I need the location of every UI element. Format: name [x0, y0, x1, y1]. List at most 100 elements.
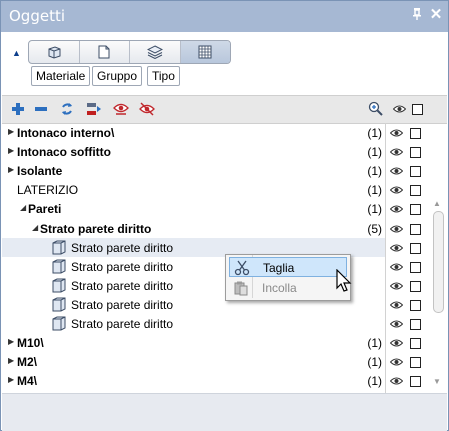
vertical-scrollbar[interactable]: ▲ ▼: [430, 199, 446, 393]
tree-row[interactable]: Strato parete diritto: [2, 314, 386, 333]
tree-row[interactable]: ▶ Intonaco interno\ (1): [2, 123, 386, 142]
tree-row-label: M10\: [17, 336, 44, 350]
scroll-up-icon[interactable]: ▲: [433, 199, 441, 208]
collapse-arrow-icon[interactable]: ◢: [32, 223, 38, 232]
move-icon[interactable]: [86, 101, 102, 117]
tree-row[interactable]: ◢ Pareti (1): [2, 199, 386, 218]
tree-row-count: (5): [367, 222, 382, 236]
row-checkbox[interactable]: [410, 243, 421, 254]
scroll-down-icon[interactable]: ▼: [433, 377, 441, 386]
visibility-eye-icon[interactable]: [390, 319, 403, 329]
objects-panel: Oggetti ✕ ▲ Materiale Gruppo Tipo ▶ Into…: [0, 0, 449, 431]
tree-row-count: (1): [367, 202, 382, 216]
tree-row[interactable]: ▶ M4\ (1): [2, 371, 386, 390]
visibility-eye-icon[interactable]: [390, 262, 403, 272]
group-by-material-button[interactable]: Materiale: [31, 66, 91, 86]
visibility-eye-icon[interactable]: [390, 338, 403, 348]
view-document-button[interactable]: [80, 41, 130, 63]
tree-row[interactable]: ▶ Isolante (1): [2, 161, 386, 180]
visibility-eye-icon[interactable]: [390, 185, 403, 195]
paste-label: Incolla: [262, 281, 297, 295]
view-mode-segmented: [28, 40, 231, 64]
row-checkbox[interactable]: [410, 166, 421, 177]
visibility-eye-icon[interactable]: [390, 300, 403, 310]
tree-row-count: (1): [367, 145, 382, 159]
pin-icon[interactable]: [409, 7, 425, 23]
visibility-eye-icon[interactable]: [390, 204, 403, 214]
tree-row[interactable]: LATERIZIO (1): [2, 180, 386, 199]
row-checkbox[interactable]: [410, 128, 421, 139]
collapse-arrow-icon[interactable]: ◢: [20, 203, 26, 212]
cut-label: Taglia: [263, 261, 295, 275]
row-checkbox[interactable]: [410, 147, 421, 158]
row-checkbox[interactable]: [410, 281, 421, 292]
visibility-eye-icon[interactable]: [390, 357, 403, 367]
tree-row-label: M2\: [17, 355, 38, 369]
select-all-checkbox[interactable]: [409, 101, 425, 117]
visibility-eye-icon[interactable]: [390, 243, 403, 253]
layers-icon: [146, 45, 163, 59]
scroll-thumb[interactable]: [433, 211, 444, 313]
wall-layer-icon: [52, 278, 66, 293]
wall-layer-icon: [52, 259, 66, 274]
view-3d-objects-button[interactable]: [29, 41, 80, 63]
tree-row[interactable]: ◢ Strato parete diritto (5): [2, 219, 386, 238]
row-checkbox[interactable]: [410, 185, 421, 196]
row-checkbox[interactable]: [410, 300, 421, 311]
tree-row-label: Intonaco interno\: [17, 126, 115, 140]
visibility-eye-icon[interactable]: [390, 128, 403, 138]
close-icon[interactable]: ✕: [428, 7, 444, 23]
zoom-icon[interactable]: [368, 101, 384, 117]
tree-row-label: Strato parete diritto: [71, 279, 174, 293]
row-checkbox[interactable]: [410, 204, 421, 215]
wall-layer-icon: [52, 316, 66, 331]
visibility-eye-icon[interactable]: [390, 224, 403, 234]
collapse-panel-icon[interactable]: ▲: [12, 48, 21, 58]
row-checkbox[interactable]: [410, 262, 421, 273]
tree-row-label: Strato parete diritto: [71, 260, 174, 274]
row-checkbox[interactable]: [410, 338, 421, 349]
visibility-eye-icon[interactable]: [390, 376, 403, 386]
visibility-header-eye-icon: [391, 101, 407, 117]
group-by-group-button[interactable]: Gruppo: [92, 66, 143, 86]
paste-menu-item[interactable]: Incolla: [229, 278, 347, 298]
tree-row[interactable]: ▶ M2\ (1): [2, 352, 386, 371]
visibility-eye-icon[interactable]: [390, 166, 403, 176]
visibility-eye-icon[interactable]: [390, 281, 403, 291]
context-menu: Taglia Incolla: [225, 254, 351, 301]
tree-row[interactable]: ▶ M10\ (1): [2, 333, 386, 352]
expand-arrow-icon[interactable]: ▶: [8, 375, 14, 384]
tree-row-label: Strato parete diritto: [71, 241, 174, 255]
group-by-type-button[interactable]: Tipo: [147, 66, 180, 86]
view-grid-button[interactable]: [180, 41, 230, 63]
row-checkbox[interactable]: [410, 357, 421, 368]
expand-arrow-icon[interactable]: ▶: [8, 127, 14, 136]
tree-row[interactable]: ▶ Intonaco soffitto (1): [2, 142, 386, 161]
view-layers-button[interactable]: [130, 41, 181, 63]
expand-arrow-icon[interactable]: ▶: [8, 356, 14, 365]
panel-footer: [2, 393, 447, 431]
scissors-icon: [234, 260, 250, 276]
tree-row-count: (1): [367, 126, 382, 140]
tree-row-label: Pareti: [28, 202, 62, 216]
expand-all-icon[interactable]: [10, 101, 26, 117]
row-checkbox[interactable]: [410, 376, 421, 387]
expand-arrow-icon[interactable]: ▶: [8, 165, 14, 174]
tree-row-label: Strato parete diritto: [71, 298, 174, 312]
panel-title: Oggetti: [9, 7, 66, 25]
expand-arrow-icon[interactable]: ▶: [8, 146, 14, 155]
refresh-icon[interactable]: [59, 101, 75, 117]
hide-all-icon[interactable]: [139, 101, 155, 117]
clipboard-icon: [234, 281, 248, 296]
tree-row-label: Strato parete diritto: [71, 317, 174, 331]
row-checkbox[interactable]: [410, 319, 421, 330]
cut-menu-item[interactable]: Taglia: [229, 257, 347, 277]
cube-icon: [48, 46, 61, 59]
row-checkbox[interactable]: [410, 224, 421, 235]
tree-row-count: (1): [367, 164, 382, 178]
mouse-cursor-icon: [336, 269, 352, 292]
expand-arrow-icon[interactable]: ▶: [8, 337, 14, 346]
collapse-all-icon[interactable]: [33, 101, 49, 117]
show-all-icon[interactable]: [113, 101, 129, 117]
visibility-eye-icon[interactable]: [390, 147, 403, 157]
